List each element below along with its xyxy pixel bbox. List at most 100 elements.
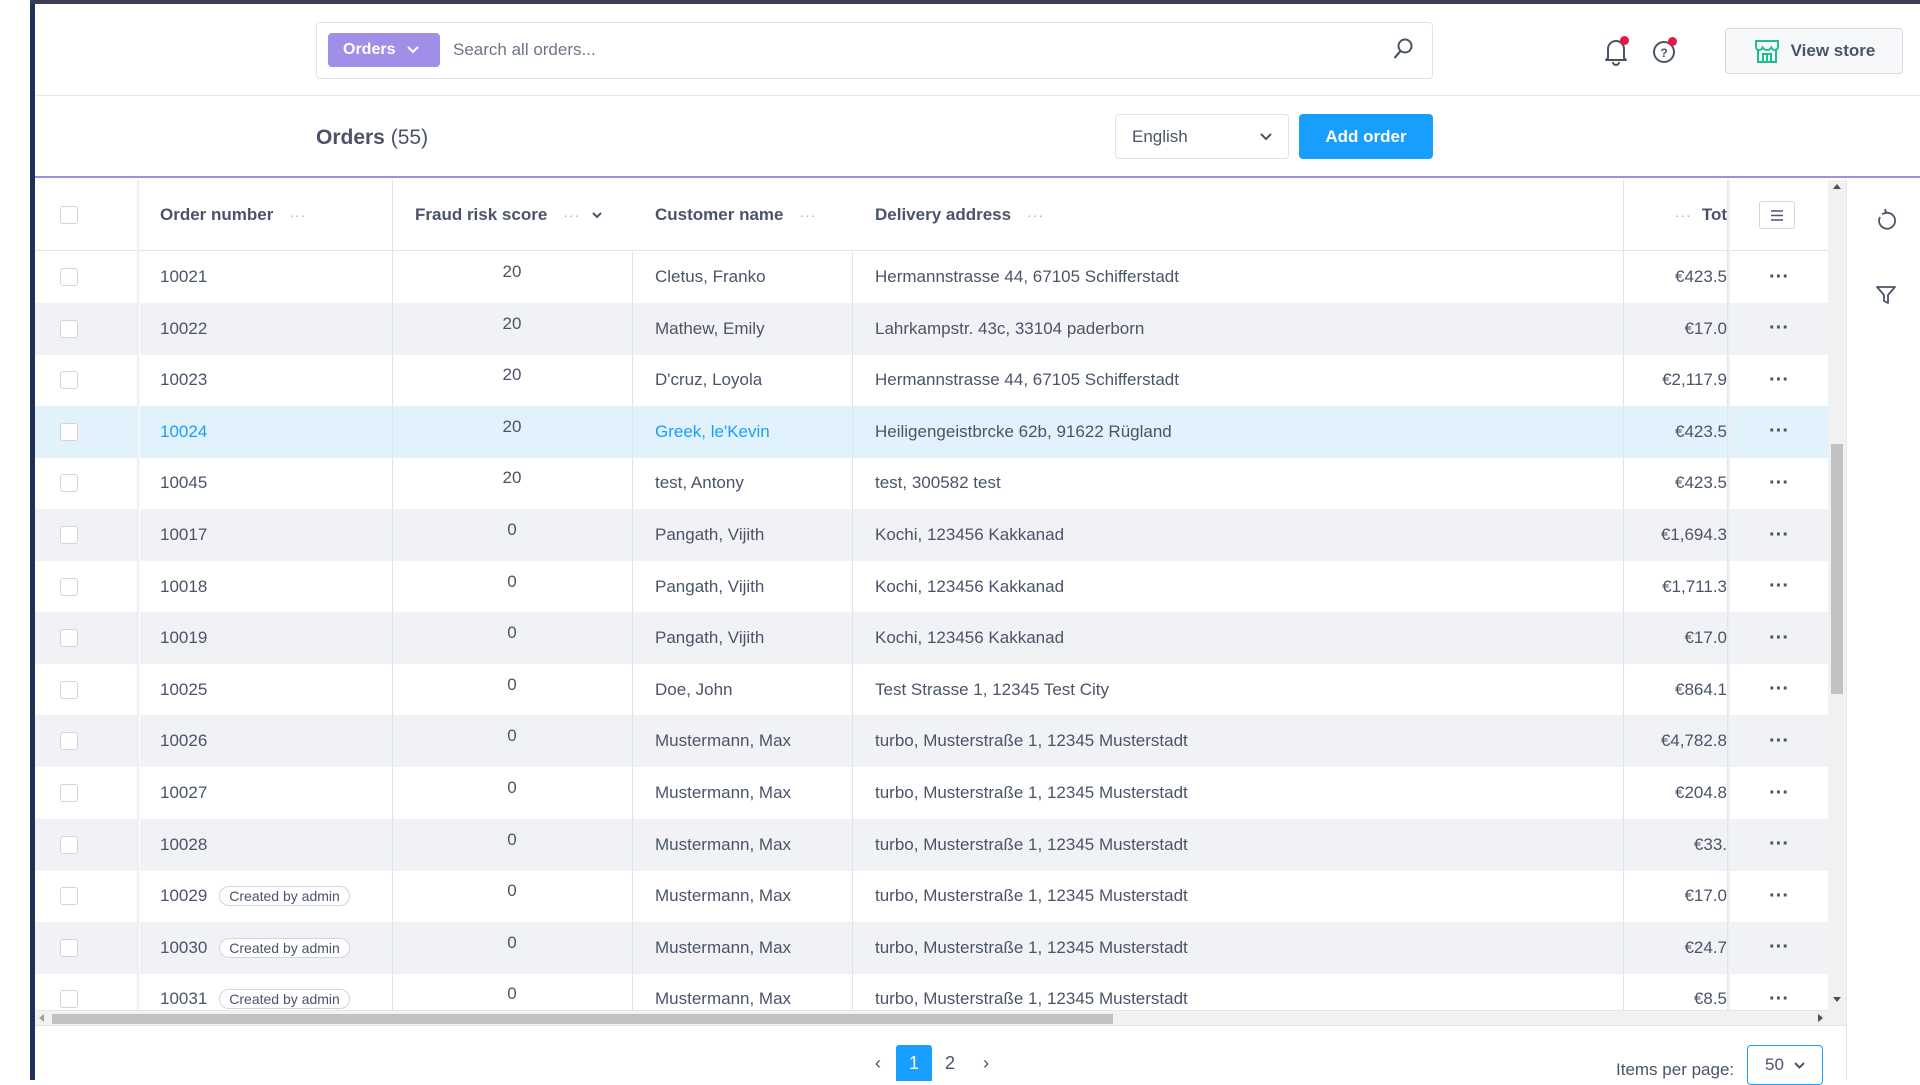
table-row[interactable]: 10026 0 Mustermann, Max turbo, Musterstraße… <box>35 715 1828 768</box>
table-row[interactable]: 10024 20 Greek, le'Kevin Heiligengeistbrcke… <box>35 405 1828 458</box>
row-checkbox[interactable] <box>60 784 78 802</box>
horizontal-scroll-thumb[interactable] <box>52 1014 1113 1024</box>
row-actions-button[interactable]: ··· <box>1730 457 1828 509</box>
column-menu-icon[interactable]: ··· <box>799 207 816 223</box>
next-page-button[interactable]: › <box>968 1045 1004 1081</box>
row-actions-button[interactable]: ··· <box>1730 973 1828 1010</box>
row-checkbox[interactable] <box>60 990 78 1009</box>
column-header-delivery-address[interactable]: Delivery address ··· <box>875 180 1044 250</box>
row-checkbox[interactable] <box>60 577 78 596</box>
row-actions-button[interactable]: ··· <box>1730 406 1828 458</box>
table-row[interactable]: 10022 20 Mathew, Emily Lahrkampstr. 43c, 33… <box>35 302 1828 355</box>
filter-icon[interactable] <box>1875 284 1897 306</box>
row-actions-button[interactable]: ··· <box>1730 251 1828 303</box>
scroll-right-arrow-icon[interactable] <box>1818 1014 1823 1022</box>
vertical-scroll-thumb[interactable] <box>1831 444 1843 694</box>
order-number[interactable]: 10018 <box>160 577 207 597</box>
page-2-button[interactable]: 2 <box>932 1045 968 1081</box>
row-actions-button[interactable]: ··· <box>1730 819 1828 871</box>
order-number-cell[interactable]: 10019 <box>160 612 207 664</box>
order-number[interactable]: 10019 <box>160 628 207 648</box>
row-checkbox[interactable] <box>60 526 78 544</box>
add-order-button[interactable]: Add order <box>1299 114 1433 159</box>
search-scope-dropdown[interactable]: Orders <box>328 33 440 67</box>
scroll-up-arrow-icon[interactable] <box>1833 184 1841 189</box>
row-actions-button[interactable]: ··· <box>1730 612 1828 664</box>
order-number-cell[interactable]: 10027 <box>160 767 207 819</box>
previous-page-button[interactable]: ‹ <box>860 1045 896 1081</box>
order-number-cell[interactable]: 10021 <box>160 251 207 303</box>
row-checkbox[interactable] <box>60 680 78 699</box>
table-row[interactable]: 10025 0 Doe, John Test Strasse 1, 12345 Tes… <box>35 664 1828 716</box>
column-chooser-button[interactable] <box>1759 180 1795 250</box>
items-per-page-select[interactable]: 50 <box>1747 1045 1823 1085</box>
table-row[interactable]: 10045 20 test, Antony test, 300582 test €423… <box>35 457 1828 509</box>
table-row[interactable]: 10029 Created by admin 0 Mustermann, Max tur… <box>35 870 1828 922</box>
table-row[interactable]: 10021 20 Cletus, Franko Hermannstrasse 44, … <box>35 251 1828 303</box>
table-row[interactable]: 10018 0 Pangath, Vijith Kochi, 123456 Kakka… <box>35 561 1828 613</box>
row-checkbox[interactable] <box>60 938 78 957</box>
scroll-down-arrow-icon[interactable] <box>1833 997 1841 1002</box>
column-header-fraud-risk-score[interactable]: Fraud risk score ··· <box>415 180 602 250</box>
order-number-cell[interactable]: 10026 <box>160 715 207 767</box>
horizontal-scrollbar[interactable] <box>35 1010 1828 1025</box>
order-number[interactable]: 10024 <box>160 422 207 442</box>
table-row[interactable]: 10019 0 Pangath, Vijith Kochi, 123456 Kakka… <box>35 612 1828 665</box>
row-checkbox[interactable] <box>60 835 78 854</box>
column-menu-icon[interactable]: ··· <box>563 207 580 223</box>
row-checkbox[interactable] <box>60 268 78 286</box>
order-number[interactable]: 10030 <box>160 938 207 958</box>
order-number-cell[interactable]: 10031 Created by admin <box>160 973 350 1010</box>
language-select[interactable]: English <box>1115 114 1289 159</box>
row-actions-button[interactable]: ··· <box>1730 767 1828 819</box>
table-row[interactable]: 10030 Created by admin 0 Mustermann, Max tur… <box>35 921 1828 974</box>
order-number-cell[interactable]: 10045 <box>160 457 207 509</box>
row-checkbox[interactable] <box>60 474 78 493</box>
order-number[interactable]: 10028 <box>160 835 207 855</box>
row-actions-button[interactable]: ··· <box>1730 561 1828 613</box>
row-checkbox[interactable] <box>60 887 78 906</box>
row-checkbox[interactable] <box>60 629 78 648</box>
table-row[interactable]: 10023 20 D'cruz, Loyola Hermannstrasse 44, … <box>35 354 1828 406</box>
notifications-button[interactable] <box>1602 36 1630 71</box>
order-number-cell[interactable]: 10029 Created by admin <box>160 870 350 922</box>
column-menu-icon[interactable]: ··· <box>1027 207 1044 223</box>
column-header-total[interactable]: ··· Tot <box>1623 180 1727 250</box>
reset-icon[interactable] <box>1875 208 1897 232</box>
column-menu-icon[interactable]: ··· <box>289 207 306 223</box>
order-number-cell[interactable]: 10022 <box>160 303 207 355</box>
order-number[interactable]: 10017 <box>160 525 207 545</box>
column-menu-icon[interactable]: ··· <box>1675 207 1692 223</box>
search-input[interactable] <box>453 35 1353 65</box>
select-all-checkbox[interactable] <box>60 206 78 224</box>
order-number[interactable]: 10045 <box>160 473 207 493</box>
column-header-customer-name[interactable]: Customer name ··· <box>655 180 816 250</box>
table-row[interactable]: 10031 Created by admin 0 Mustermann, Max tur… <box>35 973 1828 1010</box>
order-number[interactable]: 10029 <box>160 886 207 906</box>
order-number-cell[interactable]: 10018 <box>160 561 207 613</box>
order-number-cell[interactable]: 10030 Created by admin <box>160 922 350 974</box>
table-row[interactable]: 10028 0 Mustermann, Max turbo, Musterstraße… <box>35 818 1828 871</box>
order-number-cell[interactable]: 10023 <box>160 354 207 406</box>
row-actions-button[interactable]: ··· <box>1730 922 1828 974</box>
view-store-button[interactable]: View store <box>1725 28 1903 74</box>
order-number-cell[interactable]: 10024 <box>160 406 207 458</box>
row-actions-button[interactable]: ··· <box>1730 303 1828 355</box>
page-1-button[interactable]: 1 <box>896 1045 932 1081</box>
order-number[interactable]: 10027 <box>160 783 207 803</box>
vertical-scrollbar[interactable] <box>1828 180 1846 1025</box>
order-number[interactable]: 10023 <box>160 370 207 390</box>
scroll-left-arrow-icon[interactable] <box>39 1014 44 1022</box>
order-number[interactable]: 10026 <box>160 731 207 751</box>
row-actions-button[interactable]: ··· <box>1730 870 1828 922</box>
row-checkbox[interactable] <box>60 371 78 390</box>
order-number[interactable]: 10021 <box>160 267 207 287</box>
row-actions-button[interactable]: ··· <box>1730 354 1828 406</box>
row-actions-button[interactable]: ··· <box>1730 715 1828 767</box>
customer-name[interactable]: Greek, le'Kevin <box>655 406 770 458</box>
sort-descending-icon[interactable] <box>592 211 602 219</box>
help-button[interactable]: ? <box>1651 37 1679 70</box>
table-row[interactable]: 10017 0 Pangath, Vijith Kochi, 123456 Kakka… <box>35 509 1828 561</box>
row-checkbox[interactable] <box>60 319 78 338</box>
search-icon[interactable] <box>1392 37 1414 61</box>
